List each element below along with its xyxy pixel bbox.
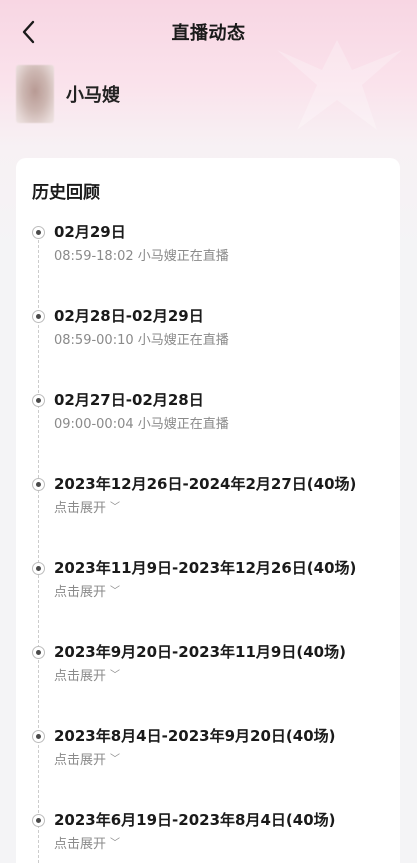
chevron-down-icon: ﹀ <box>110 838 121 849</box>
timeline-dot-icon <box>32 562 45 575</box>
group-range: 2023年11月9日-2023年12月26日(40场) <box>54 559 357 577</box>
item-detail: 09:00-00:04 小马嫂正在直播 <box>54 417 229 432</box>
item-detail: 08:59-00:10 小马嫂正在直播 <box>54 333 229 348</box>
timeline-dot-icon <box>32 730 45 743</box>
expand-button[interactable]: 点击展开 ﹀ <box>54 499 120 519</box>
history-card: 历史回顾 02月29日 08:59-18:02 小马嫂正在直播 02月28日-0… <box>16 158 400 863</box>
timeline-item[interactable]: 02月28日-02月29日 08:59-00:10 小马嫂正在直播 <box>32 305 384 389</box>
chevron-left-icon <box>22 20 35 44</box>
timeline-dot-icon <box>32 226 45 239</box>
chevron-down-icon: ﹀ <box>110 754 121 765</box>
timeline-group: 2023年9月20日-2023年11月9日(40场) 点击展开 ﹀ <box>32 641 384 725</box>
back-button[interactable] <box>14 17 42 47</box>
expand-button[interactable]: 点击展开 ﹀ <box>54 583 120 603</box>
timeline: 02月29日 08:59-18:02 小马嫂正在直播 02月28日-02月29日… <box>32 221 384 863</box>
timeline-dot-icon <box>32 814 45 827</box>
item-date: 02月28日-02月29日 <box>54 307 204 325</box>
avatar <box>16 65 54 123</box>
expand-button[interactable]: 点击展开 ﹀ <box>54 667 120 687</box>
anchor-info[interactable]: 小马嫂 <box>0 64 417 124</box>
item-date: 02月27日-02月28日 <box>54 391 204 409</box>
timeline-item[interactable]: 02月29日 08:59-18:02 小马嫂正在直播 <box>32 221 384 305</box>
expand-label: 点击展开 <box>54 753 107 768</box>
page-title: 直播动态 <box>171 23 246 44</box>
timeline-dot-icon <box>32 646 45 659</box>
timeline-item[interactable]: 02月27日-02月28日 09:00-00:04 小马嫂正在直播 <box>32 389 384 473</box>
group-range: 2023年8月4日-2023年9月20日(40场) <box>54 727 336 745</box>
item-detail: 08:59-18:02 小马嫂正在直播 <box>54 249 229 264</box>
group-range: 2023年12月26日-2024年2月27日(40场) <box>54 475 357 493</box>
timeline-dot-icon <box>32 478 45 491</box>
chevron-down-icon: ﹀ <box>110 502 121 513</box>
group-range: 2023年6月19日-2023年8月4日(40场) <box>54 811 336 829</box>
expand-button[interactable]: 点击展开 ﹀ <box>54 751 120 771</box>
section-title: 历史回顾 <box>32 183 100 203</box>
expand-label: 点击展开 <box>54 501 107 516</box>
timeline-dot-icon <box>32 310 45 323</box>
group-range: 2023年9月20日-2023年11月9日(40场) <box>54 643 346 661</box>
expand-label: 点击展开 <box>54 837 107 852</box>
timeline-group: 2023年6月19日-2023年8月4日(40场) 点击展开 ﹀ <box>32 809 384 863</box>
expand-label: 点击展开 <box>54 585 107 600</box>
expand-button[interactable]: 点击展开 ﹀ <box>54 835 120 855</box>
top-bar: 直播动态 <box>0 0 417 64</box>
timeline-group: 2023年12月26日-2024年2月27日(40场) 点击展开 ﹀ <box>32 473 384 557</box>
chevron-down-icon: ﹀ <box>110 586 121 597</box>
anchor-name: 小马嫂 <box>66 85 120 106</box>
timeline-group: 2023年11月9日-2023年12月26日(40场) 点击展开 ﹀ <box>32 557 384 641</box>
timeline-group: 2023年8月4日-2023年9月20日(40场) 点击展开 ﹀ <box>32 725 384 809</box>
timeline-dot-icon <box>32 394 45 407</box>
expand-label: 点击展开 <box>54 669 107 684</box>
item-date: 02月29日 <box>54 223 126 241</box>
chevron-down-icon: ﹀ <box>110 670 121 681</box>
